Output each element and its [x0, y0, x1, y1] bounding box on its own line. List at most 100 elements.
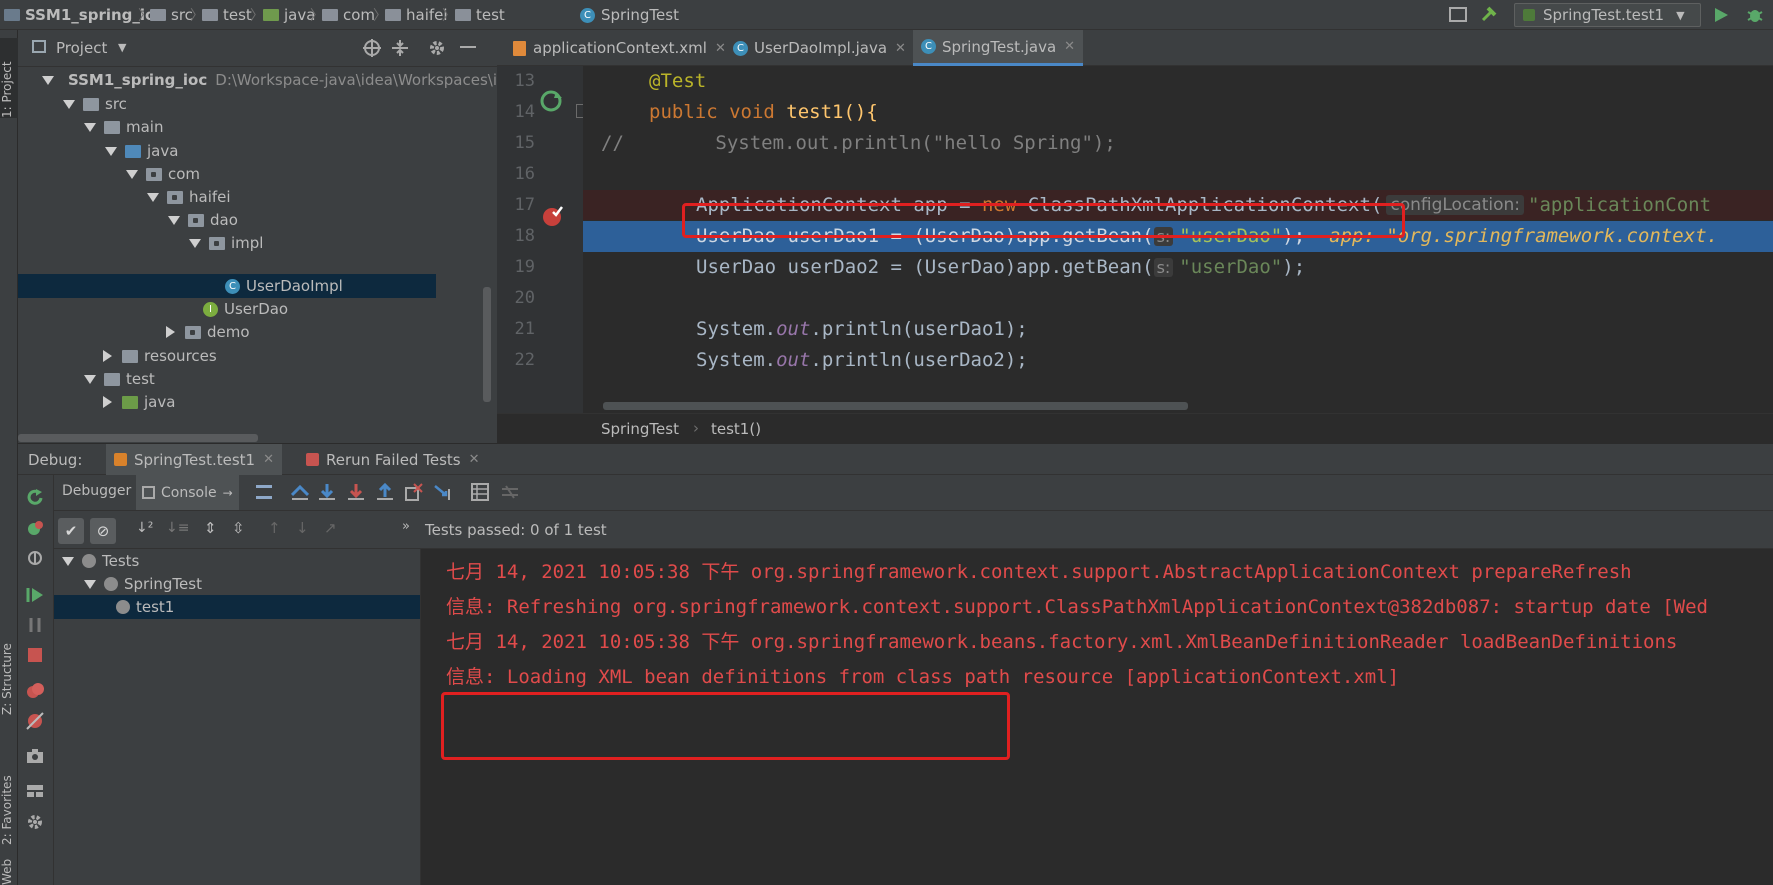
close-icon[interactable]: ✕ — [1064, 39, 1075, 54]
close-icon[interactable]: ✕ — [469, 452, 480, 467]
tree-item-userdaoimpl[interactable]: C UserDaoImpl — [18, 274, 436, 298]
tool-window-web[interactable]: Web — [0, 859, 18, 885]
previous-failed-icon[interactable]: ↑ — [268, 519, 281, 537]
minimize-icon[interactable] — [460, 46, 476, 48]
next-failed-icon[interactable]: ↓ — [296, 519, 309, 537]
code-editor[interactable]: @Test public void test1(){ // System.out… — [583, 66, 1773, 413]
camera-icon[interactable] — [26, 747, 44, 765]
breadcrumb-java[interactable]: java — [263, 4, 315, 26]
chevron-down-icon[interactable]: ▼ — [118, 41, 126, 54]
tree-item-java[interactable]: java — [18, 139, 488, 163]
tree-item-impl[interactable]: impl — [18, 231, 488, 255]
tree-item-haifei[interactable]: haifei — [18, 185, 488, 209]
tool-window-project[interactable]: 1: Project — [0, 38, 18, 118]
run-config-select[interactable]: SpringTest.test1 ▼ — [1514, 3, 1701, 27]
close-icon[interactable]: ✕ — [895, 41, 906, 56]
settings-gear-icon[interactable] — [26, 813, 44, 831]
run-to-cursor-icon[interactable] — [434, 483, 452, 501]
run-icon[interactable] — [1713, 7, 1729, 23]
tree-item-src[interactable]: src — [18, 92, 488, 116]
horizontal-scrollbar[interactable] — [18, 434, 258, 442]
tool-window-favorites[interactable]: 2: Favorites — [0, 750, 18, 845]
tab-debugger[interactable]: Debugger — [62, 483, 131, 499]
breadcrumb-src[interactable]: src — [150, 4, 193, 26]
tree-item-resources[interactable]: resources — [18, 344, 488, 368]
debug-tab-rerun-failed[interactable]: Rerun Failed Tests ✕ — [298, 444, 487, 475]
tree-item-dao[interactable]: dao — [18, 208, 488, 232]
breadcrumb-test-pkg[interactable]: test — [455, 4, 505, 26]
test-node-tests[interactable]: Tests — [54, 549, 420, 573]
sort-by-duration-icon[interactable]: ↓≡ — [166, 520, 189, 536]
drop-frame-icon[interactable] — [405, 483, 423, 501]
console-output[interactable]: 七月 14, 2021 10:05:38 下午 org.springframew… — [421, 549, 1773, 885]
tree-item-label: src — [105, 95, 127, 113]
expand-all-icon[interactable]: ⇕ — [204, 519, 217, 537]
rerun-icon[interactable] — [26, 489, 44, 507]
test-node-springtest[interactable]: SpringTest — [54, 572, 420, 596]
rerun-failed-icon[interactable] — [26, 519, 44, 537]
resume-program-icon[interactable] — [26, 586, 44, 604]
breadcrumb-haifei[interactable]: haifei — [385, 4, 448, 26]
horizontal-scrollbar[interactable] — [603, 402, 1188, 410]
step-over-icon[interactable] — [318, 483, 336, 501]
tree-item-com[interactable]: com — [18, 162, 488, 186]
pause-icon[interactable] — [26, 616, 44, 634]
breadcrumb-com[interactable]: com — [322, 4, 375, 26]
window-layout-icon[interactable] — [1449, 7, 1467, 22]
editor-gutter[interactable]: 13 14 15 16 17 18 19 20 21 22 — [497, 66, 586, 413]
build-hammer-icon[interactable] — [1480, 5, 1498, 23]
step-into-icon[interactable] — [347, 483, 365, 501]
export-icon[interactable]: ↗ — [324, 519, 337, 537]
layout-icon[interactable] — [26, 782, 44, 800]
show-passed-icon[interactable]: ✔ — [58, 518, 84, 544]
collapse-all-icon[interactable]: ⇳ — [232, 519, 245, 537]
tree-item-test-java[interactable]: java — [18, 390, 488, 414]
breadcrumb-test[interactable]: test — [202, 4, 252, 26]
console-line: 七月 14, 2021 10:05:38 下午 org.springframew… — [446, 631, 1678, 653]
tree-item-userdao[interactable]: I UserDao — [18, 297, 488, 321]
show-ignored-icon[interactable]: ⊘ — [90, 518, 116, 544]
breadcrumb-label: test — [476, 6, 505, 24]
trace-current-stream-icon[interactable] — [501, 483, 519, 501]
stop-icon[interactable] — [26, 646, 44, 664]
tree-item-project-root[interactable]: SSM1_spring_ioc D:\Workspace-java\idea\W… — [18, 68, 497, 92]
vertical-scrollbar[interactable] — [483, 287, 491, 402]
expanded-arrow-icon — [84, 579, 96, 589]
tree-item-test[interactable]: test — [18, 367, 488, 391]
tab-applicationcontext-xml[interactable]: applicationContext.xml ✕ — [505, 30, 734, 66]
breadcrumb-method[interactable]: test1() — [711, 420, 761, 438]
locate-target-icon[interactable] — [363, 39, 381, 57]
project-path: D:\Workspace-java\idea\Workspaces\ith — [215, 71, 497, 89]
parameter-hint: s: — [1153, 257, 1174, 277]
breadcrumb-springtest[interactable]: C SpringTest — [580, 4, 679, 26]
code-token: .println(userDao1); — [810, 318, 1028, 340]
run-test-icon[interactable] — [538, 88, 564, 114]
test-status-text: Tests passed: 0 of 1 test — [425, 521, 607, 539]
threads-list-icon[interactable] — [256, 485, 272, 499]
tab-console[interactable]: Console → — [136, 475, 239, 510]
step-out-icon[interactable] — [376, 483, 394, 501]
tab-userdaoimpl-java[interactable]: C UserDaoImpl.java ✕ — [725, 30, 914, 66]
debug-bug-icon[interactable] — [1746, 6, 1764, 24]
gear-icon[interactable] — [428, 39, 446, 57]
mute-breakpoints-icon[interactable] — [26, 712, 44, 730]
more-chevron-icon[interactable]: » — [402, 519, 410, 534]
tree-item-main[interactable]: main — [18, 115, 488, 139]
view-breakpoints-icon[interactable] — [26, 682, 44, 700]
project-panel-title[interactable]: Project — [56, 39, 107, 57]
run-config-label: SpringTest.test1 — [1543, 6, 1665, 24]
close-icon[interactable]: ✕ — [263, 452, 274, 467]
rerun-icon — [306, 453, 319, 466]
tab-springtest-java[interactable]: C SpringTest.java ✕ — [913, 30, 1084, 66]
toggle-auto-test-icon[interactable] — [26, 549, 44, 567]
tool-window-structure[interactable]: Z: Structure — [0, 620, 18, 715]
tree-item-demo[interactable]: demo — [18, 320, 488, 344]
collapse-all-icon[interactable] — [391, 39, 409, 57]
breakpoint-icon[interactable] — [541, 204, 565, 228]
debug-tab-springtest[interactable]: SpringTest.test1 ✕ — [106, 444, 282, 475]
show-execution-point-icon[interactable] — [291, 483, 309, 501]
breadcrumb-class[interactable]: SpringTest — [601, 420, 679, 438]
test-node-test1[interactable]: test1 — [54, 595, 420, 619]
sort-alphabetically-icon[interactable]: ↓² — [136, 520, 153, 536]
evaluate-expression-icon[interactable] — [471, 483, 489, 501]
